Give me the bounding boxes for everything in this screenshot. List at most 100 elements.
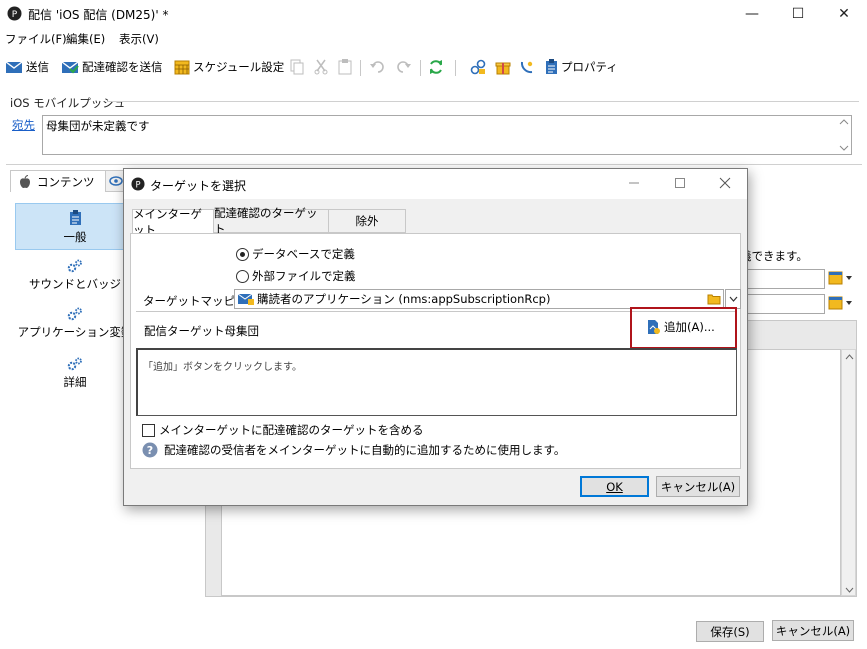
list-placeholder: 「追加」ボタンをクリックします。 — [143, 362, 302, 373]
nav-item-app-variables[interactable]: アプリケーション変数 — [15, 307, 135, 340]
close-icon[interactable] — [719, 177, 731, 189]
section-title: iOS モバイルプッシュ — [10, 96, 126, 110]
picker-icon[interactable] — [828, 296, 854, 310]
gears-icon — [15, 307, 135, 321]
gears-icon — [15, 259, 135, 273]
help-text: 配達確認の受信者をメインターゲットに自動的に追加するために使用します。 — [164, 443, 566, 457]
gears-icon — [15, 357, 135, 371]
title-bar: P 配信 'iOS 配信 (DM25)' * — ☐ ✕ — [0, 0, 867, 28]
mapping-value: 購読者のアプリケーション (nms:appSubscriptionRcp) — [257, 292, 551, 306]
tab-label: 除外 — [355, 214, 379, 228]
help-icon: ? — [142, 442, 158, 458]
cancel-label: キャンセル(A) — [775, 623, 851, 638]
include-proof-option[interactable]: メインターゲットに配達確認のターゲットを含める — [142, 422, 424, 438]
tab-main-target[interactable]: メインターゲット — [132, 207, 214, 237]
toolbar-separator — [360, 60, 361, 76]
recipient-link[interactable]: 宛先 — [12, 117, 35, 133]
chevron-down-icon — [729, 296, 738, 302]
send-proof-label: 配達確認を送信 — [82, 60, 163, 74]
nav-item-label: 一般 — [63, 230, 87, 244]
ok-label: OK — [606, 479, 623, 494]
maximize-button[interactable]: ☐ — [775, 0, 821, 28]
gift-icon[interactable] — [495, 58, 511, 76]
maximize-icon[interactable] — [674, 177, 686, 189]
include-proof-label: メインターゲットに配達確認のターゲットを含める — [159, 423, 424, 437]
add-button-highlight — [630, 307, 737, 349]
dialog-cancel-button[interactable]: キャンセル(A) — [656, 476, 740, 497]
dialog-title: ターゲットを選択 — [150, 179, 247, 193]
target-population-label: 配信ターゲット母集団 — [144, 324, 259, 338]
app-logo-icon: P — [7, 6, 22, 21]
svg-text:?: ? — [147, 444, 153, 457]
copy-icon[interactable] — [290, 58, 304, 76]
mapping-dropdown-button[interactable] — [725, 289, 741, 309]
radio-external-file[interactable]: 外部ファイルで定義 — [236, 268, 356, 284]
picker-icon[interactable] — [828, 271, 854, 285]
radio-external-file-label: 外部ファイルで定義 — [252, 269, 356, 283]
paste-icon[interactable] — [338, 58, 352, 76]
recipient-field[interactable]: 母集団が未定義です — [42, 115, 852, 155]
link-icon[interactable] — [470, 58, 486, 76]
redo-icon[interactable] — [395, 58, 411, 76]
svg-text:P: P — [135, 179, 140, 189]
nav-item-general[interactable]: 一般 — [15, 203, 135, 250]
minimize-button[interactable]: — — [729, 0, 775, 28]
envelope-icon — [5, 60, 23, 74]
menu-edit[interactable]: 編集(E) — [66, 31, 105, 47]
calendar-icon — [174, 59, 190, 75]
toolbar: 送信 配達確認を送信 スケジュール設定 プロパティ — [0, 54, 867, 80]
nav-item-label: アプリケーション変数 — [17, 325, 133, 339]
nav-item-advanced[interactable]: 詳細 — [15, 357, 135, 390]
select-target-dialog: P ターゲットを選択 メインターゲット 配達確認のターゲット 除外 データベース… — [123, 168, 748, 506]
recipient-scrollbar[interactable] — [837, 116, 851, 154]
nav-item-sound-badge[interactable]: サウンドとバッジ — [15, 259, 135, 292]
send-proof-button[interactable]: 配達確認を送信 — [61, 58, 163, 76]
radio-database-indicator[interactable] — [236, 247, 249, 261]
clipboard-icon — [16, 210, 134, 226]
tab-proof-target[interactable]: 配達確認のターゲット — [213, 206, 329, 236]
menu-bar: ファイル(F) 編集(E) 表示(V) — [0, 28, 867, 48]
properties-label: プロパティ — [561, 60, 618, 74]
minimize-icon: — — [745, 6, 759, 22]
tab-exclusion[interactable]: 除外 — [328, 209, 406, 233]
toolbar-separator — [420, 60, 421, 76]
close-window-button[interactable]: ✕ — [821, 0, 867, 28]
mapping-combo[interactable]: 購読者のアプリケーション (nms:appSubscriptionRcp) — [234, 289, 724, 309]
divider — [107, 101, 859, 102]
cut-icon[interactable] — [314, 58, 328, 76]
undo-icon[interactable] — [370, 58, 386, 76]
app-logo-icon: P — [131, 177, 145, 191]
satellite-icon[interactable] — [519, 58, 535, 76]
save-button[interactable]: 保存(S) — [696, 621, 764, 642]
dialog-cancel-label: キャンセル(A) — [660, 479, 736, 494]
nav-item-label: サウンドとバッジ — [29, 277, 121, 291]
background-field-1[interactable] — [745, 269, 825, 289]
include-proof-checkbox[interactable] — [142, 423, 155, 437]
nav-item-label: 詳細 — [63, 375, 87, 389]
background-hint-text: 義できます。 — [740, 249, 808, 263]
menu-file[interactable]: ファイル(F) — [5, 31, 67, 47]
radio-external-file-indicator[interactable] — [236, 269, 249, 283]
cancel-button[interactable]: キャンセル(A) — [772, 620, 854, 641]
ok-button[interactable]: OK — [580, 476, 649, 497]
window-title: 配信 'iOS 配信 (DM25)' * — [28, 8, 169, 22]
editor-scrollbar[interactable] — [841, 349, 856, 596]
dialog-title-bar: P ターゲットを選択 — [124, 169, 747, 199]
clipboard-icon — [545, 59, 558, 75]
refresh-icon[interactable] — [428, 58, 444, 76]
tab-content[interactable]: コンテンツ — [10, 170, 106, 192]
menu-view[interactable]: 表示(V) — [119, 31, 159, 47]
radio-database[interactable]: データベースで定義 — [236, 246, 355, 262]
minimize-icon[interactable] — [628, 177, 640, 189]
background-field-2[interactable] — [745, 294, 825, 314]
svg-text:P: P — [12, 10, 18, 20]
apple-icon — [19, 174, 31, 189]
toolbar-separator — [455, 60, 456, 76]
properties-button[interactable]: プロパティ — [545, 58, 618, 76]
schedule-button[interactable]: スケジュール設定 — [174, 58, 284, 76]
send-button[interactable]: 送信 — [5, 58, 49, 76]
send-label: 送信 — [26, 60, 49, 74]
target-population-list[interactable]: 「追加」ボタンをクリックします。 — [136, 348, 737, 416]
folder-icon[interactable] — [707, 293, 721, 305]
envelope-check-icon — [61, 60, 79, 74]
